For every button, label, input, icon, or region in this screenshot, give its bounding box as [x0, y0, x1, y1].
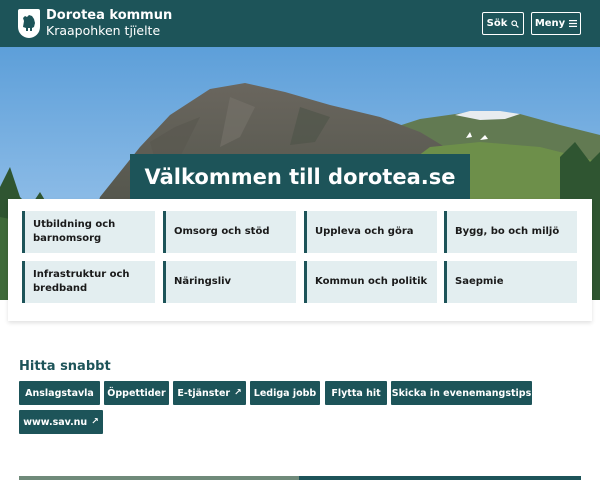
category-naringsliv[interactable]: Näringsliv — [163, 261, 296, 303]
quick-link-etjanster[interactable]: E-tjänster ↗ — [173, 381, 246, 405]
quick-link-anslagstavla[interactable]: Anslagstavla — [19, 381, 100, 405]
search-label: Sök — [486, 18, 508, 29]
quick-link-evenemangstips[interactable]: Skicka in evenemangstips — [391, 381, 532, 405]
logo-name: Dorotea kommun — [46, 8, 173, 23]
quick-link-flytta-hit[interactable]: Flytta hit — [325, 381, 387, 405]
logo-subtitle: Kraapohken tjïelte — [46, 23, 161, 38]
search-icon — [511, 19, 520, 28]
category-uppleva[interactable]: Uppleva och göra — [304, 211, 437, 253]
category-infrastruktur[interactable]: Infrastruktur och bredband — [22, 261, 155, 303]
hamburger-icon — [569, 20, 578, 27]
quick-link-label: Lediga jobb — [253, 387, 317, 399]
menu-label: Meny — [534, 18, 566, 29]
quick-link-lediga-jobb[interactable]: Lediga jobb — [250, 381, 320, 405]
external-link-icon: ↗ — [91, 417, 99, 427]
next-section-image — [19, 476, 299, 480]
menu-button[interactable]: Meny — [531, 12, 581, 35]
bear-crest-icon — [18, 8, 40, 38]
site-logo[interactable]: Dorotea kommun Kraapohken tjïelte — [18, 8, 172, 38]
quick-link-sav[interactable]: www.sav.nu ↗ — [19, 410, 103, 434]
quick-link-oppettider[interactable]: Öppettider — [104, 381, 169, 405]
category-bygg[interactable]: Bygg, bo och miljö — [444, 211, 577, 253]
quick-link-label: Öppettider — [107, 387, 166, 399]
category-saepmie[interactable]: Saepmie — [444, 261, 577, 303]
quick-link-label: Anslagstavla — [25, 387, 94, 399]
page-title: Välkommen till dorotea.se — [130, 154, 470, 199]
category-kommun[interactable]: Kommun och politik — [304, 261, 437, 303]
search-button[interactable]: Sök — [482, 12, 524, 35]
category-omsorg[interactable]: Omsorg och stöd — [163, 211, 296, 253]
quick-link-label: Skicka in evenemangstips — [391, 387, 532, 399]
external-link-icon: ↗ — [234, 388, 242, 398]
quick-links-heading: Hitta snabbt — [19, 359, 111, 374]
category-utbildning[interactable]: Utbildning och barnomsorg — [22, 211, 155, 253]
site-header: Dorotea kommun Kraapohken tjïelte Sök Me… — [0, 0, 600, 47]
quick-link-label: Flytta hit — [331, 387, 381, 399]
quick-link-label: E-tjänster — [177, 387, 231, 399]
quick-link-label: www.sav.nu — [23, 416, 88, 428]
